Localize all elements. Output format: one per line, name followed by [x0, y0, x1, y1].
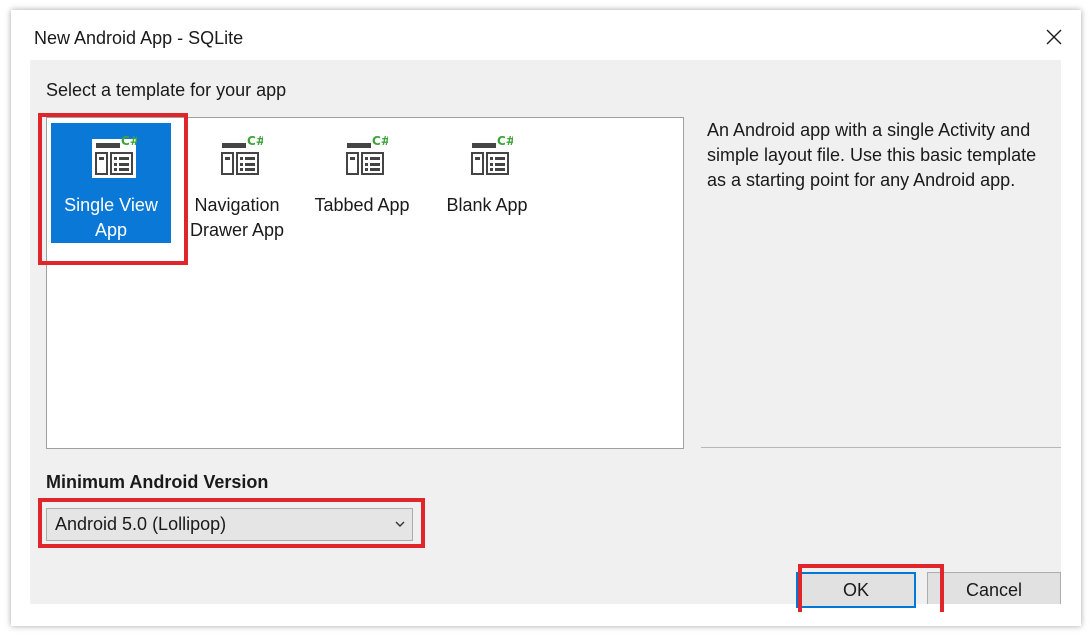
template-blank-app[interactable]: C# Blank App	[427, 123, 547, 243]
template-icon: C#	[343, 134, 388, 178]
template-label: Blank App	[446, 195, 528, 215]
template-icon: C#	[468, 134, 513, 178]
dialog-content: Select a template for your app C# Single…	[30, 60, 1061, 608]
close-button[interactable]	[1039, 22, 1069, 52]
template-list: C# Single View App C#	[46, 117, 684, 449]
template-label: Navigation Drawer App	[189, 195, 285, 240]
ok-button[interactable]: OK	[796, 572, 916, 608]
template-label: Tabbed App	[314, 195, 410, 215]
divider	[701, 447, 1061, 448]
close-icon	[1046, 29, 1062, 45]
template-description: An Android app with a single Activity an…	[707, 120, 1037, 190]
chevron-down-icon	[395, 521, 405, 527]
min-version-select[interactable]: Android 5.0 (Lollipop)	[46, 508, 413, 541]
svg-text:C#: C#	[247, 134, 263, 148]
svg-text:C#: C#	[121, 134, 137, 148]
template-navigation-drawer-app[interactable]: C# Navigation Drawer App	[177, 123, 297, 243]
template-single-view-app[interactable]: C# Single View App	[51, 123, 171, 243]
new-android-app-dialog: New Android App - SQLite Select a templa…	[11, 10, 1081, 626]
template-icon: C#	[218, 134, 263, 178]
template-tabbed-app[interactable]: C# Tabbed App	[302, 123, 422, 243]
template-label: Single View App	[64, 195, 158, 240]
window-title: New Android App - SQLite	[34, 28, 244, 48]
svg-text:C#: C#	[372, 134, 388, 148]
template-prompt: Select a template for your app	[46, 80, 287, 100]
title-bar: New Android App - SQLite	[11, 10, 1081, 60]
min-version-label: Minimum Android Version	[46, 472, 269, 492]
min-version-value: Android 5.0 (Lollipop)	[55, 514, 227, 534]
template-icon: C#	[92, 134, 137, 178]
svg-text:C#: C#	[497, 134, 513, 148]
cancel-button[interactable]: Cancel	[927, 572, 1061, 604]
